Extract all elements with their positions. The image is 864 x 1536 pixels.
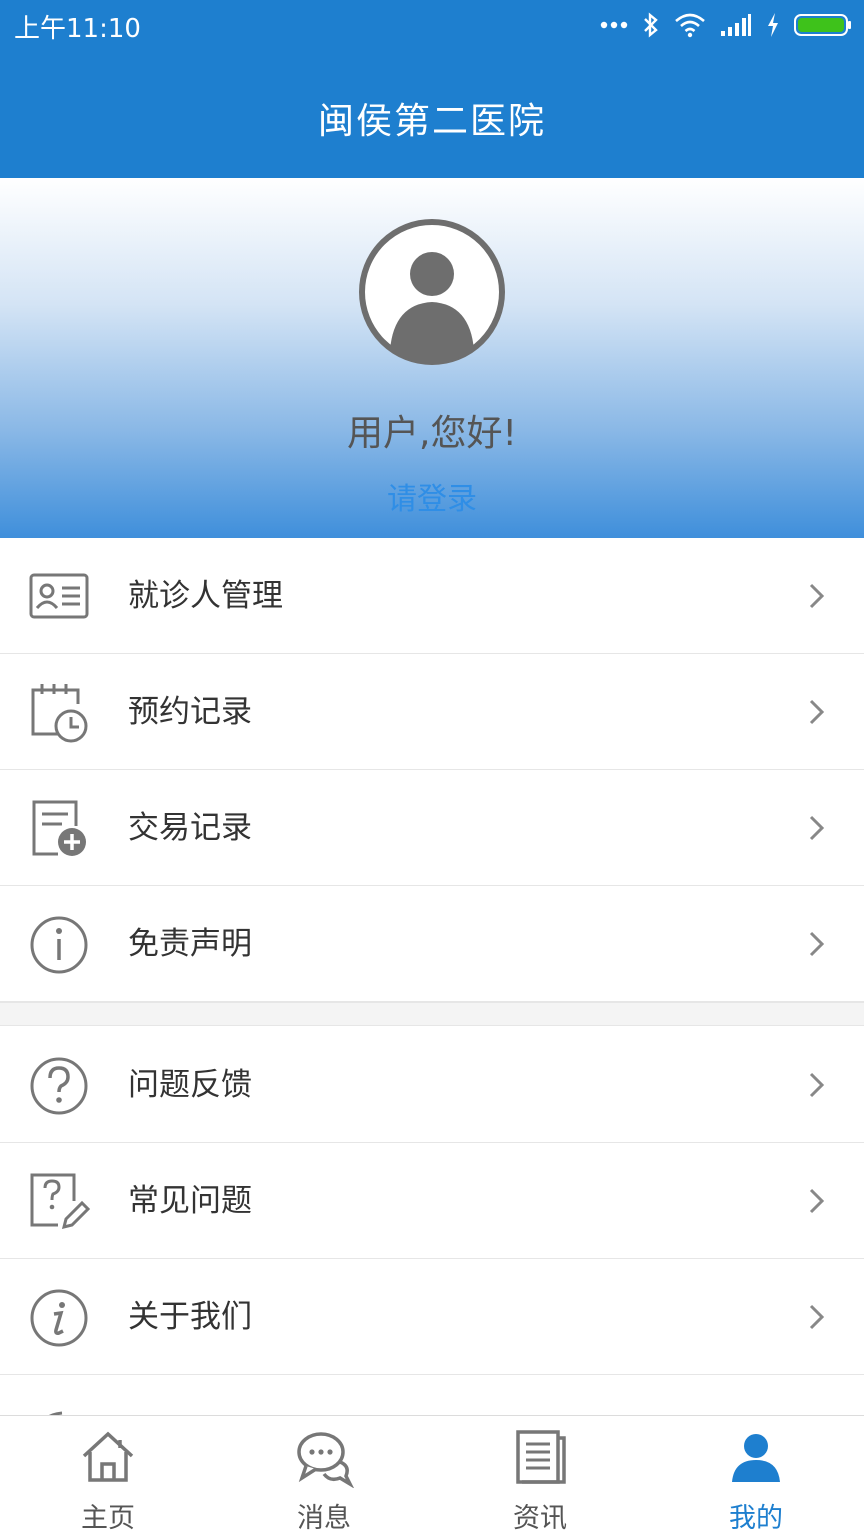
menu-item-label: 常见问题 — [128, 1183, 252, 1219]
tab-label: 资讯 — [513, 1503, 567, 1534]
info-italic-icon — [30, 1289, 88, 1347]
menu-item-label: 就诊人管理 — [128, 578, 283, 614]
chat-icon — [297, 1432, 354, 1488]
question-circle-icon — [30, 1057, 88, 1115]
menu-item-disclaimer[interactable]: 免责声明 — [0, 886, 864, 1002]
chevron-right-icon — [809, 583, 825, 609]
battery-icon — [794, 14, 851, 36]
wifi-icon — [675, 13, 705, 38]
menu-item-label: 交易记录 — [128, 810, 252, 846]
more-dots-icon — [600, 21, 628, 29]
menu-item-transaction-records[interactable]: 交易记录 — [0, 770, 864, 886]
status-time: 上午11:10 — [14, 14, 141, 44]
page-title: 闽侯第二医院 — [317, 101, 546, 142]
document-plus-icon — [32, 800, 86, 856]
avatar-icon[interactable] — [358, 218, 506, 366]
bottom-tab-bar: 主页 消息 资讯 我的 — [0, 1415, 864, 1536]
status-bar: 上午11:10 — [0, 0, 864, 50]
menu-group-primary: 就诊人管理 预约记录 交易记录 免责声明 — [0, 538, 864, 1002]
info-circle-icon — [30, 916, 88, 974]
menu-item-about-us[interactable]: 关于我们 — [0, 1259, 864, 1375]
question-edit-icon — [30, 1173, 90, 1230]
login-link[interactable]: 请登录 — [0, 474, 864, 518]
signal-icon — [721, 14, 751, 36]
menu-item-faq[interactable]: 常见问题 — [0, 1143, 864, 1259]
chevron-right-icon — [809, 1304, 825, 1330]
greeting-text: 用户,您好! — [347, 413, 517, 454]
tab-news[interactable]: 资讯 — [432, 1416, 648, 1536]
tab-mine[interactable]: 我的 — [648, 1416, 864, 1536]
profile-header: 用户,您好! 请登录 — [0, 178, 864, 538]
menu-item-appointment-records[interactable]: 预约记录 — [0, 654, 864, 770]
menu-item-label: 预约记录 — [128, 694, 252, 730]
chevron-right-icon — [809, 1072, 825, 1098]
home-icon — [82, 1431, 134, 1482]
chevron-right-icon — [809, 931, 825, 957]
menu-item-label: 问题反馈 — [128, 1067, 252, 1103]
id-card-icon — [29, 573, 89, 619]
charging-icon — [768, 13, 778, 37]
chevron-right-icon — [809, 699, 825, 725]
bluetooth-icon — [644, 12, 658, 38]
menu-item-label: 免责声明 — [128, 926, 252, 962]
tab-label: 消息 — [297, 1503, 351, 1534]
menu-item-feedback[interactable]: 问题反馈 — [0, 1027, 864, 1143]
news-icon — [516, 1430, 566, 1484]
menu-item-label: 关于我们 — [128, 1299, 252, 1335]
chevron-right-icon — [809, 1188, 825, 1214]
section-divider — [0, 1002, 864, 1026]
chevron-right-icon — [809, 815, 825, 841]
status-icons — [600, 8, 852, 42]
tab-home[interactable]: 主页 — [0, 1416, 216, 1536]
calendar-clock-icon — [31, 684, 88, 743]
nav-bar: 闽侯第二医院 — [0, 50, 864, 178]
menu-item-patient-management[interactable]: 就诊人管理 — [0, 538, 864, 654]
tab-label: 我的 — [729, 1503, 783, 1534]
user-icon — [732, 1434, 780, 1482]
tab-label: 主页 — [81, 1503, 135, 1534]
tab-messages[interactable]: 消息 — [216, 1416, 432, 1536]
